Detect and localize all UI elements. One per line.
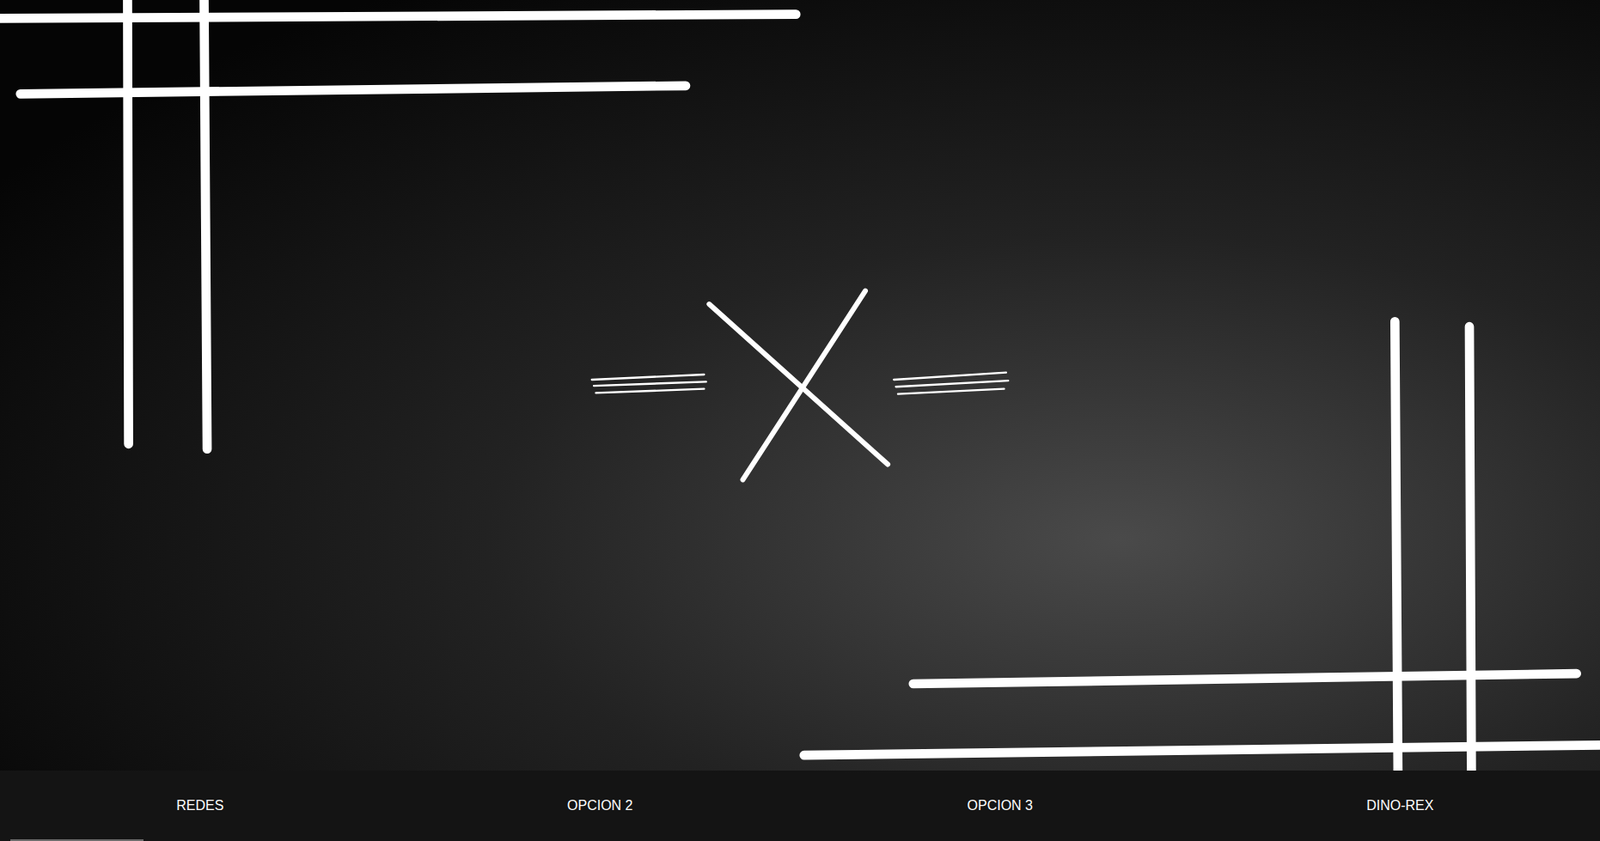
bottom-nav: REDESOPCION 2OPCION 3DINO-REX xyxy=(0,770,1600,841)
brush-strokes-icon xyxy=(0,0,1600,771)
nav-item[interactable]: OPCION 3 xyxy=(800,770,1201,841)
active-indicator xyxy=(10,839,144,841)
nav-item[interactable]: DINO-REX xyxy=(1200,770,1600,841)
nav-item[interactable]: OPCION 2 xyxy=(400,770,801,841)
hero-photo xyxy=(0,0,1600,771)
nav-item[interactable]: REDES xyxy=(0,770,401,841)
page: REDESOPCION 2OPCION 3DINO-REX xyxy=(0,0,1600,841)
